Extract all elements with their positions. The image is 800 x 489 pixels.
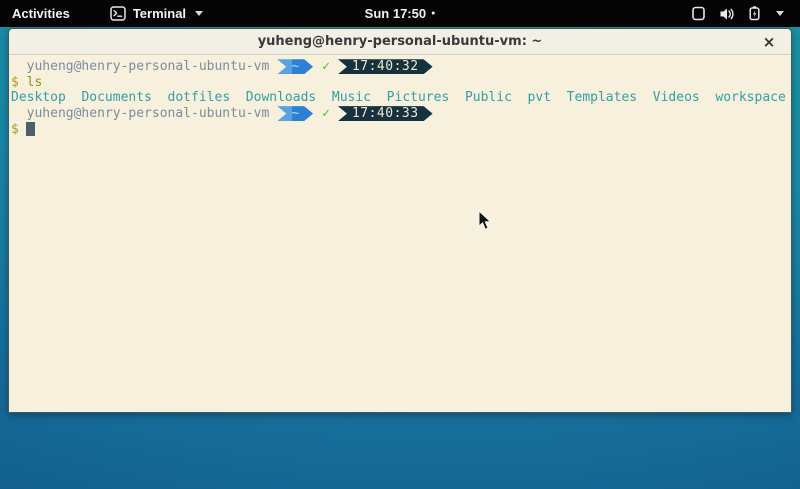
clock-label: Sun 17:50 xyxy=(365,6,426,21)
prompt-timestamp-badge: 17:40:33 xyxy=(338,106,433,121)
text-cursor-block xyxy=(26,122,35,136)
directory-name: Public xyxy=(465,90,512,105)
prompt-timestamp-badge: 17:40:32 xyxy=(338,59,433,74)
prompt-line-2: yuheng@henry-personal-ubuntu-vm ~ ✓ 17:4… xyxy=(11,106,791,122)
prompt-line-1: yuheng@henry-personal-ubuntu-vm ~ ✓ 17:4… xyxy=(11,59,791,75)
directory-name: pvt xyxy=(528,90,551,105)
ls-output-line: Desktop Documents dotfiles Downloads Music Pi… xyxy=(11,90,791,106)
clock-button[interactable]: Sun 17:50 ● xyxy=(365,6,436,21)
terminal-window: yuheng@henry-personal-ubuntu-vm: ~ × yuh… xyxy=(8,28,792,413)
volume-icon xyxy=(719,7,735,21)
prompt-success-check-icon: ✓ xyxy=(322,106,330,121)
directory-name: workspace xyxy=(715,90,785,105)
prompt-username: yuheng@henry-personal-ubuntu-vm xyxy=(11,106,269,121)
window-title: yuheng@henry-personal-ubuntu-vm: ~ xyxy=(258,34,543,49)
system-menu-caret-icon xyxy=(776,11,784,16)
prompt-dollar: $ xyxy=(11,75,19,90)
directory-name: Downloads xyxy=(246,90,316,105)
system-status-area[interactable] xyxy=(691,6,784,21)
directory-name: Templates xyxy=(567,90,637,105)
notification-dot: ● xyxy=(431,10,435,17)
directory-name: Desktop xyxy=(11,90,66,105)
terminal-content[interactable]: yuheng@henry-personal-ubuntu-vm ~ ✓ 17:4… xyxy=(9,55,791,137)
command-line: $ ls xyxy=(11,75,791,91)
gnome-top-bar: Activities Terminal Sun 17:50 ● xyxy=(0,0,800,27)
app-menu-label: Terminal xyxy=(133,6,186,21)
battery-charging-icon xyxy=(748,6,761,21)
prompt-dollar: $ xyxy=(11,122,19,137)
directory-name: Pictures xyxy=(387,90,450,105)
directory-name: Videos xyxy=(653,90,700,105)
directory-name: dotfiles xyxy=(168,90,231,105)
screen-icon xyxy=(691,6,706,21)
prompt-success-check-icon: ✓ xyxy=(322,59,330,74)
close-button[interactable]: × xyxy=(757,29,781,54)
app-menu-terminal[interactable]: Terminal xyxy=(110,6,203,21)
typed-command: ls xyxy=(27,75,43,90)
activities-button[interactable]: Activities xyxy=(12,6,70,21)
input-line: $ xyxy=(11,121,791,137)
prompt-cwd-badge: ~ xyxy=(277,59,313,74)
prompt-cwd-badge: ~ xyxy=(277,106,313,121)
chevron-down-icon xyxy=(195,11,203,16)
directory-name: Music xyxy=(332,90,371,105)
window-titlebar[interactable]: yuheng@henry-personal-ubuntu-vm: ~ × xyxy=(9,29,791,55)
terminal-icon xyxy=(110,6,126,21)
directory-name: Documents xyxy=(81,90,151,105)
prompt-username: yuheng@henry-personal-ubuntu-vm xyxy=(11,59,269,74)
